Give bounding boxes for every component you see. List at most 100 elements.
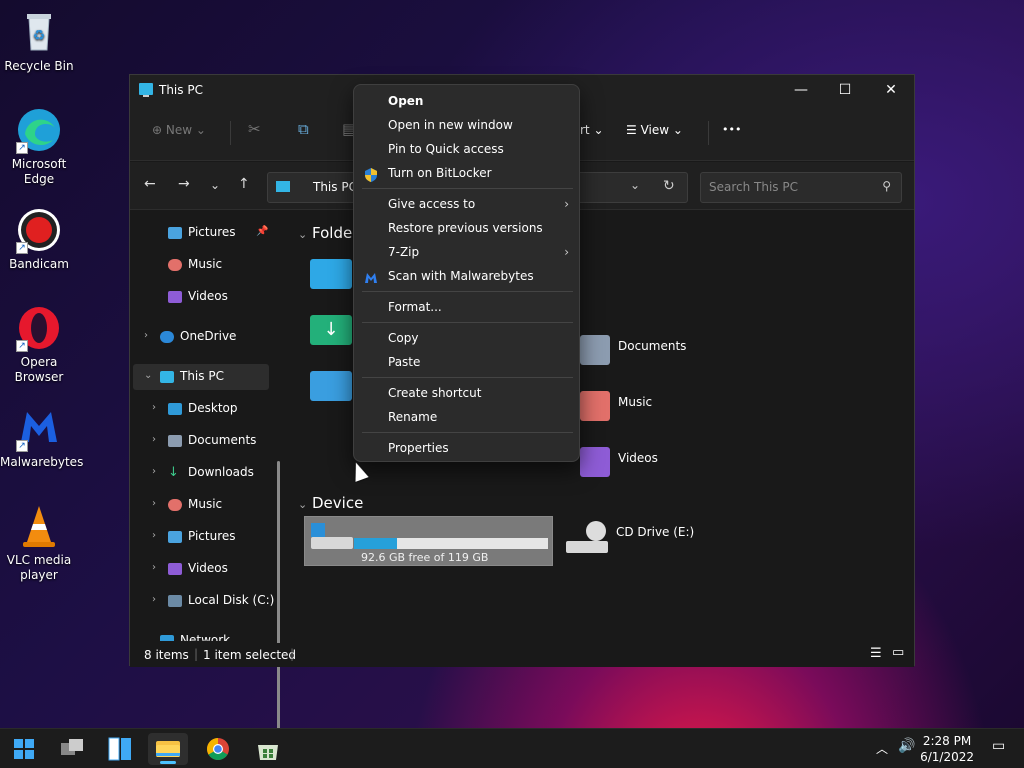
sidebar-item-music-2[interactable]: › Music — [152, 491, 222, 517]
menu-item-label: Turn on BitLocker — [388, 166, 492, 180]
up-arrow-icon[interactable]: ↑ — [238, 176, 250, 192]
chevron-down-icon[interactable]: ⌄ — [144, 363, 152, 389]
sort-button[interactable]: rt ⌄ — [580, 123, 604, 137]
item-count: 8 items — [144, 648, 189, 662]
tiles-view-icon[interactable]: ▭ — [892, 645, 904, 660]
menu-item-copy[interactable]: Copy — [354, 326, 579, 350]
taskbar-chrome[interactable] — [198, 733, 238, 765]
menu-item-pin-quick-access[interactable]: Pin to Quick access — [354, 137, 579, 161]
details-view-icon[interactable]: ☰ — [870, 646, 882, 661]
menu-item-paste[interactable]: Paste — [354, 350, 579, 374]
taskbar-file-explorer[interactable] — [148, 733, 188, 765]
menu-item-create-shortcut[interactable]: Create shortcut — [354, 381, 579, 405]
sidebar-item-downloads[interactable]: › ↓ Downloads — [152, 459, 254, 485]
chevron-right-icon[interactable]: › — [152, 555, 156, 581]
desktop-icon-recycle-bin[interactable]: ♻ Recycle Bin — [0, 8, 78, 74]
chevron-right-icon[interactable]: › — [144, 323, 148, 349]
bandicam-icon: ↗ — [15, 206, 63, 254]
sidebar-item-this-pc[interactable]: ⌄ This PC — [144, 363, 224, 389]
folder-pictures-partial[interactable] — [310, 371, 358, 403]
menu-item-open-new-window[interactable]: Open in new window — [354, 113, 579, 137]
refresh-icon[interactable]: ↻ — [663, 178, 675, 194]
back-arrow-icon[interactable]: ← — [144, 176, 156, 192]
cd-drive-tile[interactable]: CD Drive (E:) — [566, 521, 766, 557]
chevron-right-icon[interactable]: › — [152, 427, 156, 453]
menu-item-open[interactable]: Open — [354, 89, 579, 113]
chevron-right-icon[interactable]: › — [152, 459, 156, 485]
desktop-icon-edge[interactable]: ↗ Microsoft Edge — [0, 106, 78, 187]
malwarebytes-icon — [364, 269, 378, 283]
menu-item-label: Properties — [388, 441, 449, 455]
folder-icon — [156, 741, 180, 757]
new-button[interactable]: ⊕ New ⌄ — [152, 123, 206, 137]
desktop-icon-label: Microsoft Edge — [11, 157, 67, 186]
folder-videos[interactable]: Videos — [580, 447, 740, 479]
folder-downloads-partial[interactable]: ↓ — [310, 315, 358, 347]
maximize-button[interactable]: ☐ — [822, 75, 868, 105]
address-chevron-icon[interactable]: ⌄ — [630, 178, 640, 192]
desktop-icon-vlc[interactable]: VLC media player — [0, 502, 78, 583]
menu-item-format[interactable]: Format... — [354, 295, 579, 319]
cut-button[interactable]: ✂ — [248, 120, 261, 138]
chevron-right-icon[interactable]: › — [152, 587, 156, 613]
notification-icon[interactable]: ▭ — [992, 738, 1005, 754]
sidebar-item-music[interactable]: Music — [168, 251, 222, 277]
folders-section-header[interactable]: ⌄ Folder — [298, 224, 358, 242]
chevron-down-icon: ⌄ — [298, 228, 308, 241]
chevron-right-icon[interactable]: › — [152, 523, 156, 549]
chevron-right-icon: › — [564, 197, 569, 211]
desktop-icon-malwarebytes[interactable]: ↗ Malwarebytes — [0, 404, 83, 470]
sidebar-item-pictures[interactable]: Pictures 📌 — [168, 219, 268, 245]
devices-section-header[interactable]: ⌄ Device — [298, 494, 363, 512]
sidebar-item-documents[interactable]: › Documents — [152, 427, 256, 453]
sidebar-item-desktop[interactable]: › Desktop — [152, 395, 238, 421]
desktop-icon-bandicam[interactable]: ↗ Bandicam — [0, 206, 78, 272]
music-folder-icon — [580, 391, 610, 421]
menu-item-restore-versions[interactable]: Restore previous versions — [354, 216, 579, 240]
taskbar-clock[interactable]: 2:28 PM 6/1/2022 — [920, 733, 974, 765]
forward-arrow-icon[interactable]: → — [178, 176, 190, 192]
menu-item-give-access[interactable]: Give access to › — [354, 192, 579, 216]
folder-desktop-partial[interactable] — [310, 259, 358, 291]
folder-documents[interactable]: Documents — [580, 335, 740, 367]
start-button[interactable] — [4, 733, 44, 765]
menu-item-label: Restore previous versions — [388, 221, 543, 235]
chevron-right-icon[interactable]: › — [152, 491, 156, 517]
chevron-up-icon[interactable]: ︿ — [876, 740, 888, 757]
taskbar-app-store[interactable] — [248, 733, 288, 765]
menu-item-properties[interactable]: Properties — [354, 436, 579, 460]
copy-icon: ⧉ — [298, 120, 309, 138]
close-button[interactable]: ✕ — [868, 75, 914, 105]
task-view-button[interactable] — [52, 733, 92, 765]
shortcut-arrow-icon: ↗ — [16, 142, 28, 154]
menu-item-7zip[interactable]: 7-Zip › — [354, 240, 579, 264]
chevron-down-icon: ⌄ — [672, 123, 683, 137]
minimize-button[interactable]: — — [778, 75, 824, 105]
volume-icon[interactable]: 🔊 — [898, 738, 915, 754]
chevron-right-icon[interactable]: › — [152, 395, 156, 421]
menu-item-bitlocker[interactable]: Turn on BitLocker — [354, 161, 579, 185]
widgets-button[interactable] — [100, 733, 140, 765]
more-options-button[interactable]: ••• — [722, 123, 741, 136]
pin-icon[interactable]: 📌 — [256, 219, 268, 245]
chrome-icon — [207, 738, 229, 760]
folder-music[interactable]: Music — [580, 391, 740, 423]
search-box[interactable]: Search This PC ⚲ — [700, 172, 902, 203]
sidebar-item-pictures-2[interactable]: › Pictures — [152, 523, 236, 549]
menu-separator — [362, 291, 573, 292]
sidebar-scrollbar[interactable] — [277, 461, 280, 756]
menu-item-rename[interactable]: Rename — [354, 405, 579, 429]
menu-item-scan-malwarebytes[interactable]: Scan with Malwarebytes — [354, 264, 579, 288]
menu-separator — [362, 188, 573, 189]
pictures-folder-icon — [310, 371, 352, 401]
search-icon: ⚲ — [882, 179, 891, 193]
sidebar-item-network[interactable]: › Network — [160, 627, 230, 641]
recent-chevron-icon[interactable]: ⌄ — [210, 178, 220, 192]
sidebar-item-local-disk[interactable]: › Local Disk (C:) — [152, 587, 274, 613]
sidebar-item-videos[interactable]: Videos — [168, 283, 228, 309]
sidebar-item-onedrive[interactable]: › OneDrive — [144, 323, 236, 349]
view-button[interactable]: ☰ View ⌄ — [626, 123, 683, 137]
desktop-icon-opera[interactable]: ↗ Opera Browser — [0, 304, 78, 385]
copy-button[interactable]: ⧉ — [298, 120, 309, 138]
sidebar-item-videos-2[interactable]: › Videos — [152, 555, 228, 581]
